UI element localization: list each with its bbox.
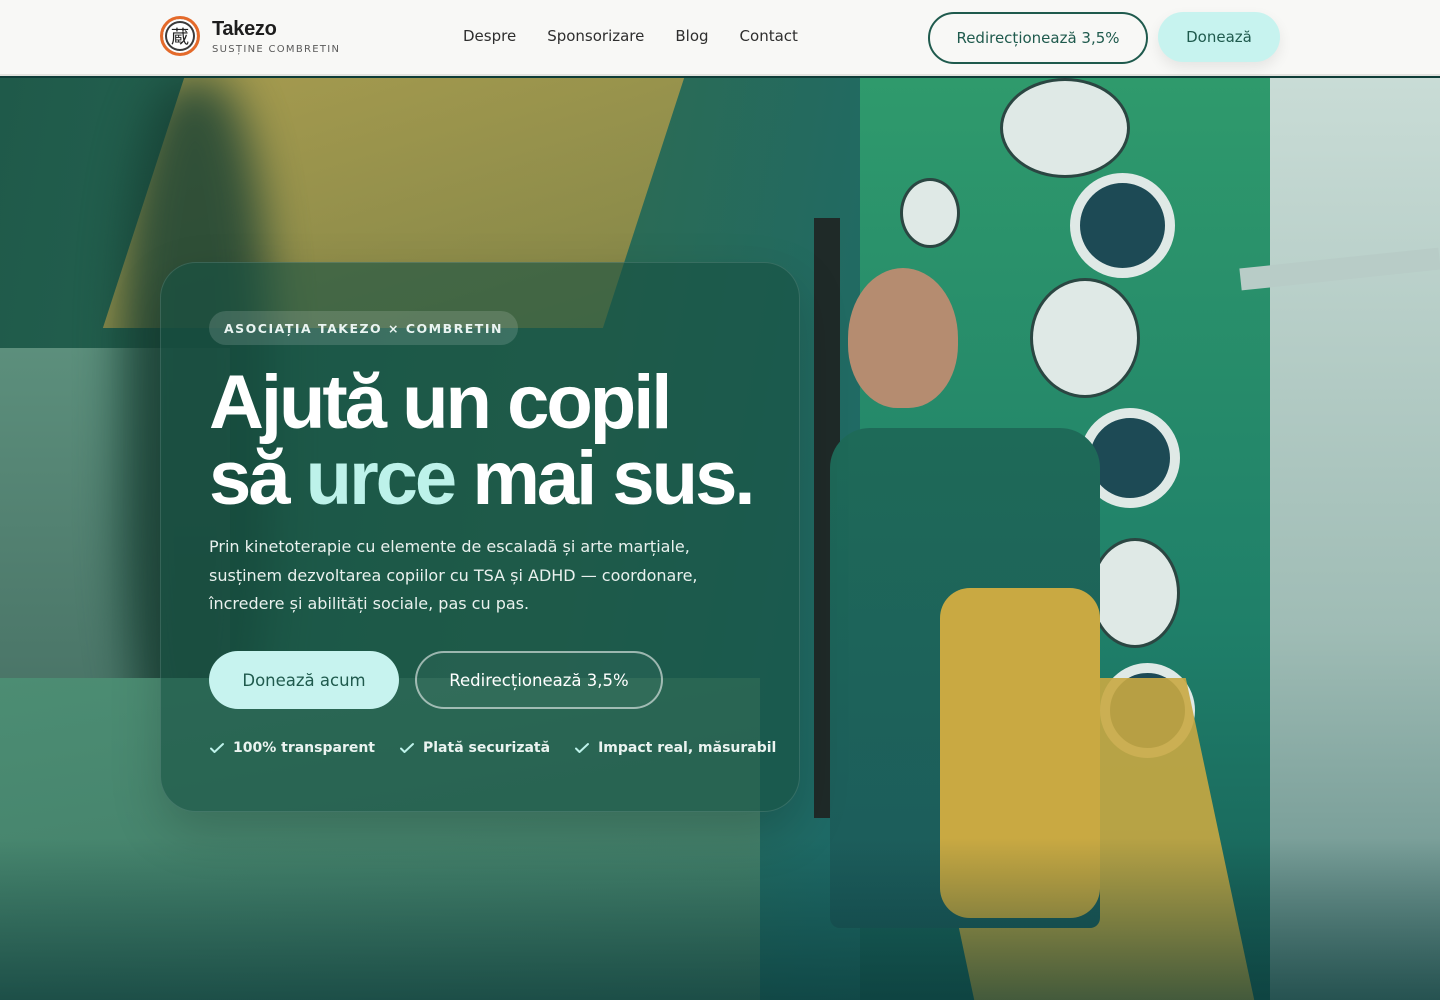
donate-now-button[interactable]: Donează acum <box>209 651 399 709</box>
brand-name: Takezo <box>212 18 277 40</box>
nav-link-blog[interactable]: Blog <box>675 27 708 45</box>
brand-tagline: SUSȚINE COMBRETIN <box>212 44 341 55</box>
climbing-hold <box>1000 78 1130 178</box>
main-menu: Despre Sponsorizare Blog Contact <box>463 27 798 45</box>
trust-badge: 100% transparent <box>209 740 375 756</box>
trust-badge-label: Impact real, măsurabil <box>598 740 777 756</box>
nav-donate-button[interactable]: Donează <box>1158 12 1280 62</box>
brand-logo-link[interactable]: 蔵 Takezo SUSȚINE COMBRETIN <box>160 16 340 56</box>
hero-title-line2-post: mai sus. <box>454 436 755 521</box>
instructor-head <box>848 268 958 408</box>
trust-badge-label: Plată securizată <box>423 740 551 756</box>
hero-title-line2-pre: să <box>209 436 306 521</box>
trust-badge: Plată securizată <box>399 740 550 756</box>
top-navigation: 蔵 Takezo SUSȚINE COMBRETIN Despre Sponso… <box>0 0 1440 76</box>
check-icon <box>575 743 590 753</box>
brand-text: Takezo SUSȚINE COMBRETIN <box>212 17 340 55</box>
hero-title: Ajută un copil să urce mai sus. <box>209 365 769 517</box>
floor-shadow <box>0 838 1440 1000</box>
trust-badge-label: 100% transparent <box>233 740 375 756</box>
hero-title-accent: urce <box>305 436 458 521</box>
trust-badge: Impact real, măsurabil <box>574 740 776 756</box>
climbing-hold <box>900 178 960 248</box>
hero-eyebrow-pill: ASOCIAȚIA TAKEZO × COMBRETIN <box>209 311 518 345</box>
hero-lead-text: Prin kinetoterapie cu elemente de escala… <box>209 537 698 613</box>
nav-redirect-button[interactable]: Redirecționează 3,5% <box>928 12 1148 64</box>
hero-title-line1: Ajută un copil <box>209 360 672 445</box>
takezo-logo-icon: 蔵 <box>160 16 200 56</box>
nav-link-despre[interactable]: Despre <box>463 27 516 45</box>
nav-link-sponsorizare[interactable]: Sponsorizare <box>547 27 644 45</box>
check-icon <box>400 743 414 753</box>
trust-badges: 100% transparent Plată securizată Impact… <box>209 740 776 756</box>
nav-link-contact[interactable]: Contact <box>740 27 798 45</box>
check-icon <box>210 743 224 753</box>
redirect-tax-button[interactable]: Redirecționează 3,5% <box>415 651 663 709</box>
hero-card: ASOCIAȚIA TAKEZO × COMBRETIN Ajută un co… <box>160 262 800 812</box>
